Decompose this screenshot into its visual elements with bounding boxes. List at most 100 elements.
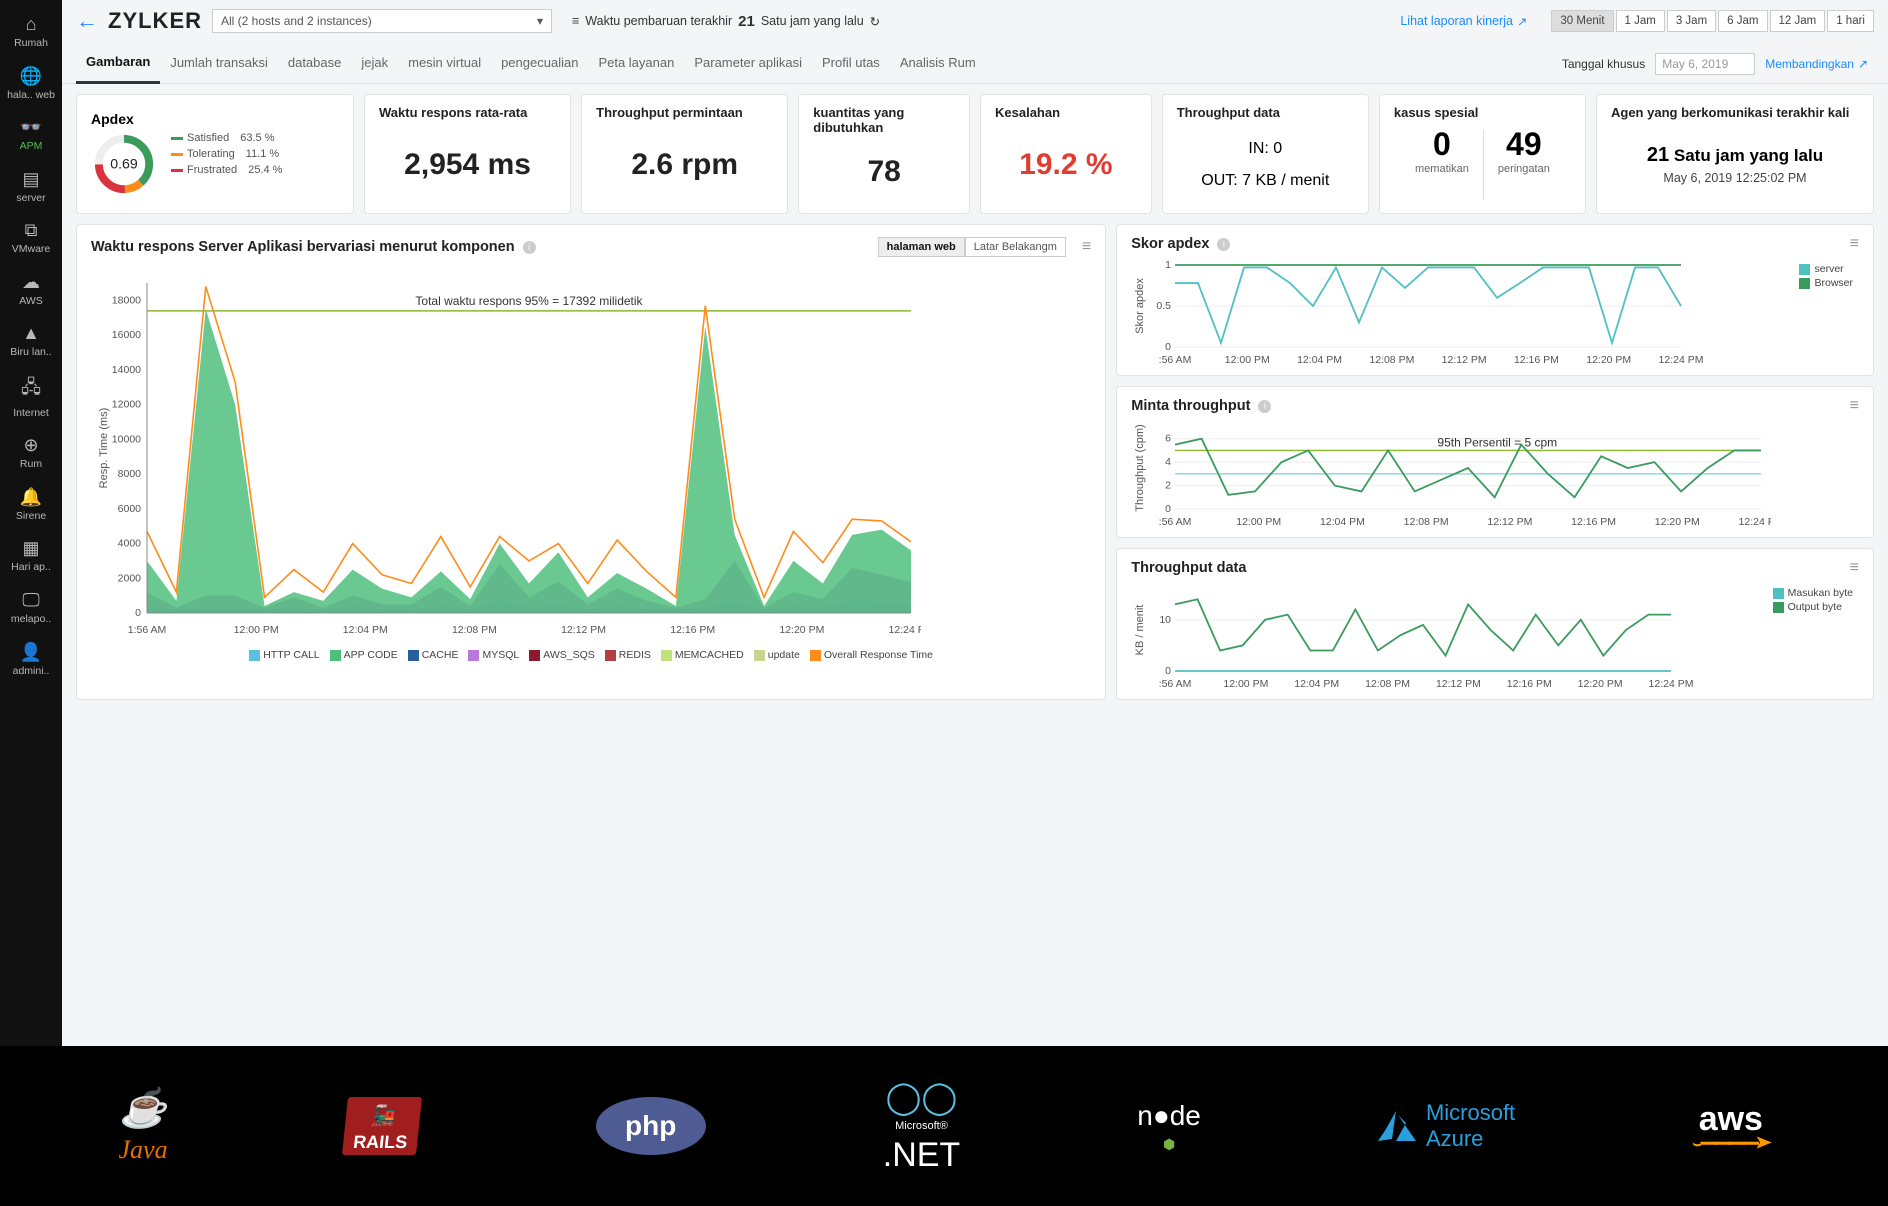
svg-text:12:20 PM: 12:20 PM: [1655, 516, 1700, 528]
info-icon[interactable]: i: [1258, 400, 1271, 413]
time-range-12-Jam[interactable]: 12 Jam: [1770, 10, 1826, 32]
svg-text:12:20 PM: 12:20 PM: [779, 624, 824, 636]
legend-overall-response-time[interactable]: Overall Response Time: [810, 649, 933, 661]
svg-text:12:08 PM: 12:08 PM: [1404, 516, 1449, 528]
tab-pengecualian[interactable]: pengecualian: [491, 45, 588, 82]
svg-text::56 AM: :56 AM: [1159, 678, 1192, 690]
apdex-chart-panel: Skor apdex i ≡ 00.51Skor apdex:56 AM12:0…: [1116, 224, 1874, 376]
throughput-chart-panel: Minta throughput i ≡ 0246Throughput (cpm…: [1116, 386, 1874, 538]
tab-peta-layanan[interactable]: Peta layanan: [588, 45, 684, 82]
time-range-6-Jam[interactable]: 6 Jam: [1718, 10, 1767, 32]
sidebar-item-bell[interactable]: 🔔Sirene: [0, 479, 62, 531]
kpi-quantity: kuantitas yang dibutuhkan 78: [798, 94, 970, 214]
sidebar-item-azure[interactable]: ▲Biru lan..: [0, 315, 62, 367]
sidebar-item-network[interactable]: 🖧Internet: [0, 367, 62, 428]
legend-http-call[interactable]: HTTP CALL: [249, 649, 319, 661]
legend-redis[interactable]: REDIS: [605, 649, 651, 661]
sidebar-item-calendar[interactable]: ▦Hari ap..: [0, 530, 62, 582]
svg-text:18000: 18000: [112, 294, 141, 306]
svg-text:12:04 PM: 12:04 PM: [343, 624, 388, 636]
sidebar-item-server[interactable]: ▤server: [0, 161, 62, 213]
response-time-chart-panel: Waktu respons Server Aplikasi bervariasi…: [76, 224, 1106, 700]
admin-icon: 👤: [20, 642, 42, 663]
sidebar-item-home[interactable]: ⌂Rumah: [0, 6, 62, 58]
time-range-3-Jam[interactable]: 3 Jam: [1667, 10, 1716, 32]
info-icon[interactable]: i: [523, 241, 536, 254]
external-link-icon: ↗: [1858, 57, 1868, 71]
svg-text:12:16 PM: 12:16 PM: [670, 624, 715, 636]
tab-parameter-aplikasi[interactable]: Parameter aplikasi: [684, 45, 812, 82]
performance-report-link[interactable]: Lihat laporan kinerja ↗: [1400, 14, 1527, 29]
tab-mesin-virtual[interactable]: mesin virtual: [398, 45, 491, 82]
svg-text:Skor apdex: Skor apdex: [1134, 278, 1146, 334]
toggle-web-pages[interactable]: halaman web: [878, 237, 965, 257]
time-range-30-Menit[interactable]: 30 Menit: [1551, 10, 1613, 32]
legend-cache[interactable]: CACHE: [408, 649, 459, 661]
sidebar-item-aws[interactable]: ☁AWS: [0, 264, 62, 316]
custom-date-input[interactable]: [1655, 53, 1755, 75]
tab-database[interactable]: database: [278, 45, 352, 82]
chart-menu-icon[interactable]: ≡: [1850, 397, 1859, 415]
svg-text:12:00 PM: 12:00 PM: [1225, 354, 1270, 366]
svg-text:12:04 PM: 12:04 PM: [1320, 516, 1365, 528]
back-arrow-icon[interactable]: ←: [76, 8, 98, 34]
svg-text:12:16 PM: 12:16 PM: [1507, 678, 1552, 690]
legend-app-code[interactable]: APP CODE: [330, 649, 398, 661]
svg-text:0: 0: [135, 607, 141, 619]
chart-menu-icon[interactable]: ≡: [1850, 559, 1859, 577]
kpi-agent-comm: Agen yang berkomunikasi terakhir kali 21…: [1596, 94, 1874, 214]
svg-text:0: 0: [1165, 503, 1171, 515]
tab-profil-utas[interactable]: Profil utas: [812, 45, 890, 82]
svg-text:0: 0: [1165, 341, 1171, 353]
calendar-icon: ▦: [22, 538, 39, 559]
svg-text:12:04 PM: 12:04 PM: [1294, 678, 1339, 690]
svg-text:12:08 PM: 12:08 PM: [1365, 678, 1410, 690]
svg-text:16000: 16000: [112, 329, 141, 341]
sidebar-item-report[interactable]: 🖵melapo..: [0, 582, 62, 634]
sidebar-item-globe[interactable]: 🌐hala.. web: [0, 58, 62, 110]
legend-update[interactable]: update: [754, 649, 800, 661]
svg-text:12:08 PM: 12:08 PM: [1370, 354, 1415, 366]
chevron-down-icon: ▾: [537, 14, 543, 28]
legend-memcached[interactable]: MEMCACHED: [661, 649, 744, 661]
svg-text:10: 10: [1160, 614, 1172, 626]
legend-mysql[interactable]: MYSQL: [468, 649, 519, 661]
chart-menu-icon[interactable]: ≡: [1850, 235, 1859, 253]
svg-text:0.5: 0.5: [1157, 300, 1172, 312]
svg-text:12:24 PM: 12:24 PM: [889, 624, 921, 636]
kpi-request-throughput: Throughput permintaan 2.6 rpm: [581, 94, 788, 214]
vmware-icon: ⧉: [25, 220, 38, 241]
svg-text:Throughput (cpm): Throughput (cpm): [1134, 424, 1146, 511]
sidebar-item-binoculars[interactable]: 👓APM: [0, 109, 62, 161]
svg-text:0.69: 0.69: [110, 156, 138, 172]
svg-text:0: 0: [1165, 665, 1171, 677]
svg-text:12:12 PM: 12:12 PM: [561, 624, 606, 636]
svg-text::56 AM: :56 AM: [1159, 354, 1192, 366]
tab-gambaran[interactable]: Gambaran: [76, 44, 160, 84]
svg-text:8000: 8000: [118, 468, 142, 480]
svg-text:Total waktu respons 95% = 1739: Total waktu respons 95% = 17392 milideti…: [415, 294, 643, 308]
svg-text:12:12 PM: 12:12 PM: [1442, 354, 1487, 366]
host-filter-select[interactable]: All (2 hosts and 2 instances) ▾: [212, 9, 552, 33]
sidebar-item-vmware[interactable]: ⧉VMware: [0, 212, 62, 264]
sidebar-item-admin[interactable]: 👤admini..: [0, 634, 62, 686]
toggle-background[interactable]: Latar Belakangm: [965, 237, 1066, 257]
time-range-1-hari[interactable]: 1 hari: [1827, 10, 1874, 32]
tab-jejak[interactable]: jejak: [351, 45, 398, 82]
legend-aws_sqs[interactable]: AWS_SQS: [529, 649, 595, 661]
compare-link[interactable]: Membandingkan ↗: [1765, 57, 1868, 71]
svg-text:Resp. Time (ms): Resp. Time (ms): [98, 408, 110, 489]
svg-text:12:20 PM: 12:20 PM: [1578, 678, 1623, 690]
refresh-icon[interactable]: ↻: [870, 14, 880, 29]
kpi-apdex: Apdex 0.69 Satisfied 63.5 % Tolerating 1…: [76, 94, 354, 214]
svg-text:12:04 PM: 12:04 PM: [1297, 354, 1342, 366]
svg-text:95th Persentil = 5 cpm: 95th Persentil = 5 cpm: [1438, 435, 1558, 449]
tab-jumlah-transaksi[interactable]: Jumlah transaksi: [160, 45, 278, 82]
svg-text:12:16 PM: 12:16 PM: [1571, 516, 1616, 528]
svg-text:4000: 4000: [118, 538, 142, 550]
time-range-1-Jam[interactable]: 1 Jam: [1616, 10, 1665, 32]
info-icon[interactable]: i: [1217, 238, 1230, 251]
chart-menu-icon[interactable]: ≡: [1082, 238, 1091, 256]
tab-analisis-rum[interactable]: Analisis Rum: [890, 45, 986, 82]
sidebar-item-rum[interactable]: ⊕Rum: [0, 427, 62, 479]
